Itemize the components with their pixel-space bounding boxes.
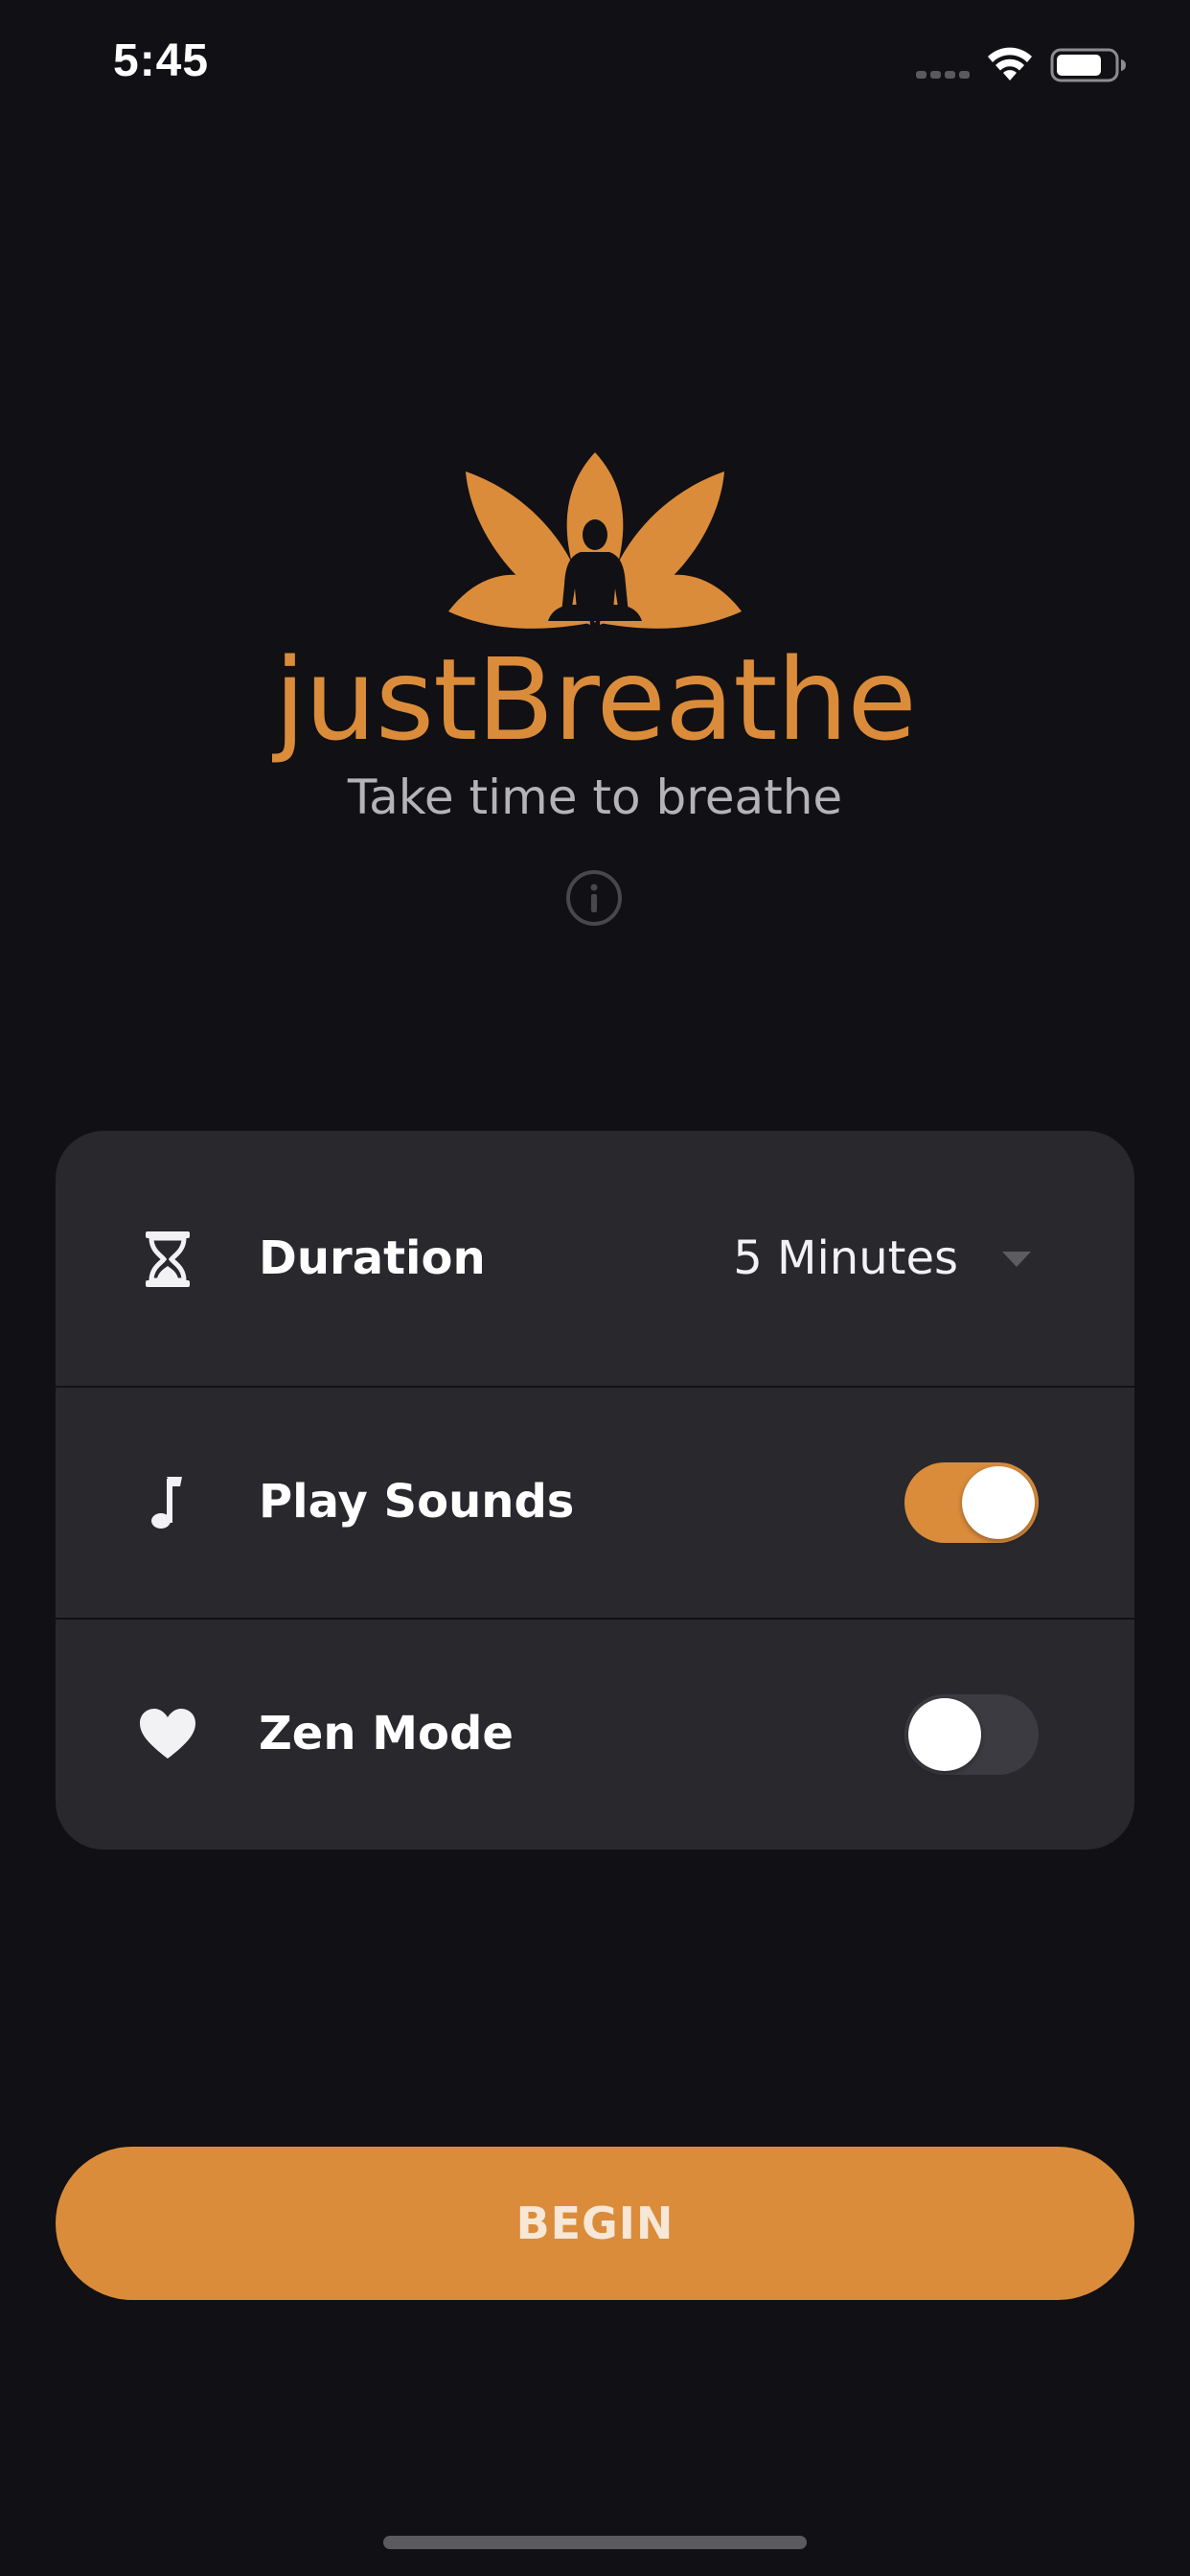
toggle-knob <box>962 1466 1035 1539</box>
home-indicator[interactable] <box>383 2536 807 2549</box>
zen-mode-row[interactable]: Zen Mode <box>56 1620 1134 1850</box>
duration-row[interactable]: Duration 5 Minutes <box>56 1131 1134 1386</box>
app-title: justBreathe <box>274 633 917 766</box>
play-sounds-toggle[interactable] <box>904 1462 1039 1543</box>
play-sounds-row[interactable]: Play Sounds <box>56 1388 1134 1618</box>
status-bar-time: 5:45 <box>113 35 210 86</box>
wifi-icon <box>988 47 1032 80</box>
zen-mode-label: Zen Mode <box>259 1707 514 1760</box>
hourglass-icon <box>146 1231 190 1287</box>
lotus-meditation-icon <box>448 452 742 629</box>
app-screen: 5:45 justBreathe Take time to breathe Du… <box>0 0 1190 2576</box>
zen-mode-toggle[interactable] <box>904 1694 1039 1775</box>
battery-icon <box>1050 48 1126 82</box>
heart-icon <box>140 1709 195 1759</box>
settings-card: Duration 5 Minutes Play Sounds Zen Mode <box>56 1131 1134 1850</box>
info-icon[interactable] <box>565 869 623 927</box>
duration-label: Duration <box>259 1231 486 1285</box>
app-tagline: Take time to breathe <box>347 770 843 825</box>
toggle-knob <box>908 1698 981 1771</box>
dropdown-arrow-icon[interactable] <box>1002 1252 1031 1267</box>
cellular-signal-icon <box>916 71 972 79</box>
play-sounds-label: Play Sounds <box>259 1475 575 1529</box>
duration-value[interactable]: 5 Minutes <box>733 1230 958 1287</box>
music-note-icon <box>151 1477 182 1529</box>
begin-button[interactable]: BEGIN <box>56 2147 1134 2300</box>
begin-label: BEGIN <box>515 2197 675 2249</box>
